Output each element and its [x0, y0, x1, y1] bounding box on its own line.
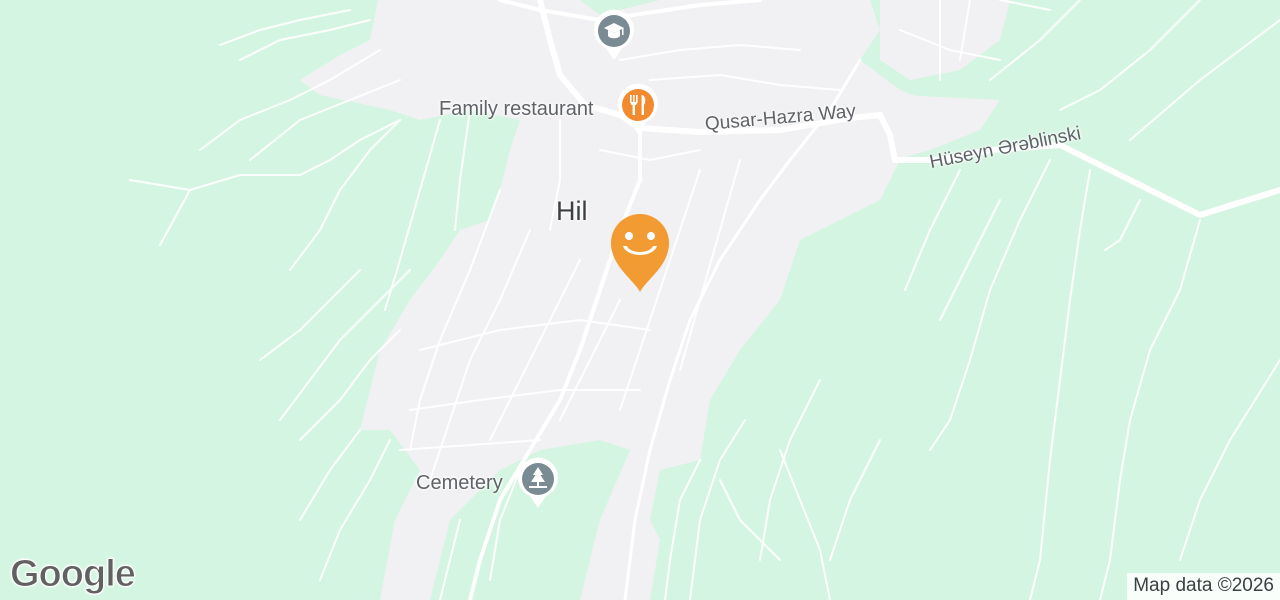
poi-label-cemetery[interactable]: Cemetery	[416, 472, 503, 495]
poi-pin-family-restaurant[interactable]	[614, 80, 662, 136]
poi-label-family-restaurant[interactable]: Family restaurant	[439, 98, 594, 121]
poi-pin-cemetery[interactable]	[514, 454, 562, 510]
current-location-marker[interactable]	[607, 210, 673, 294]
place-label: Hil	[556, 196, 588, 226]
poi-pin-school[interactable]	[590, 6, 638, 62]
google-logo: Google	[10, 553, 137, 596]
map-attribution[interactable]: Map data ©2026	[1127, 573, 1280, 600]
map-canvas[interactable]: Hil Qusar-Hazra Way Hüseyn Ərəblinski Fa…	[0, 0, 1280, 600]
